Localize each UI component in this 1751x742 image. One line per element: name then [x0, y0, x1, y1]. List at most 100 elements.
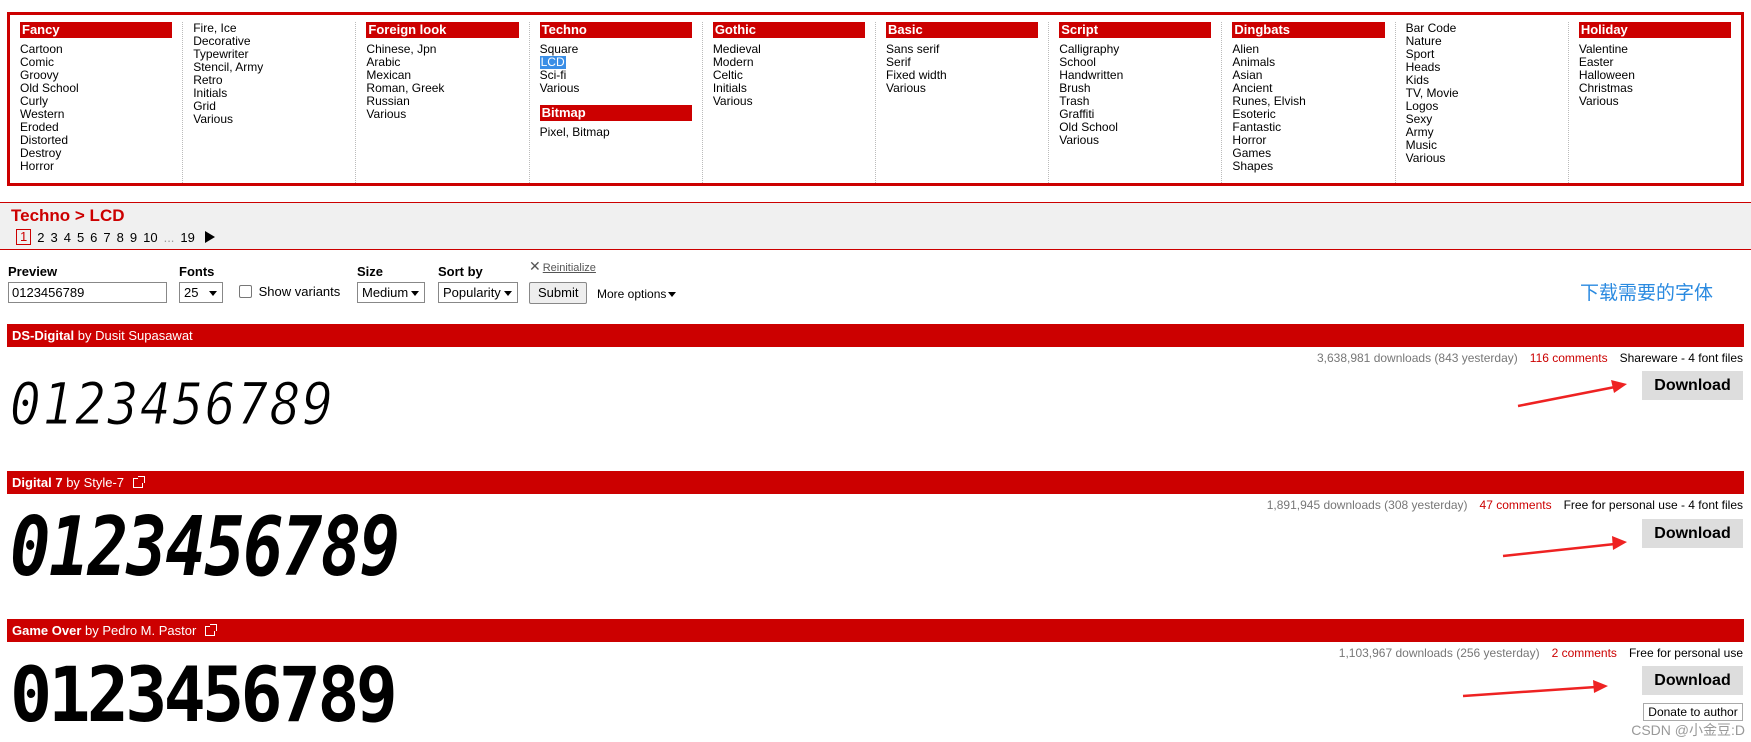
preview-label: Preview [8, 264, 58, 279]
comments-link[interactable]: 116 comments [1530, 351, 1608, 365]
license-text: Free for personal use - 4 font files [1563, 498, 1743, 512]
annotation-note: 下载需要的字体 [1580, 283, 1714, 304]
show-variants-checkbox[interactable] [239, 285, 252, 298]
menu-col-foreign: Foreign look Chinese, Jpn Arabic Mexican… [356, 22, 530, 183]
menu-heading[interactable]: Fancy [20, 22, 173, 38]
fonts-label: Fonts [179, 264, 215, 279]
license-text: Free for personal use [1628, 646, 1743, 660]
font-by: by [77, 328, 92, 343]
reinitialize-link[interactable]: Reinitialize [543, 262, 596, 274]
page-ellipsis: ... [163, 229, 175, 245]
show-variants-label[interactable]: Show variants [259, 284, 341, 299]
fonts-select[interactable]: 25 [179, 282, 223, 303]
caret-down-icon [668, 292, 677, 297]
comments-link[interactable]: 2 comments [1552, 646, 1617, 660]
menu-item[interactable]: Shapes [1232, 160, 1384, 173]
breadcrumb[interactable]: Techno > LCD [11, 206, 125, 226]
menu-item[interactable]: Various [886, 82, 1038, 95]
external-link-icon[interactable] [204, 624, 217, 636]
font-meta: 1,891,945 downloads (308 yesterday) 47 co… [1267, 498, 1743, 512]
page-link[interactable]: 4 [64, 230, 71, 245]
menu-heading[interactable]: Gothic [712, 22, 866, 38]
page-link[interactable]: 5 [77, 230, 84, 245]
more-options-label[interactable]: More options [597, 287, 666, 301]
next-page-icon[interactable] [204, 231, 215, 243]
menu-heading[interactable]: Dingbats [1232, 22, 1385, 38]
close-icon[interactable]: ✕ [529, 258, 541, 274]
menu-col-script: Script Calligraphy School Handwritten Br… [1049, 22, 1223, 183]
menu-heading[interactable]: Foreign look [366, 22, 519, 38]
menu-col-techno: Techno Square LCD Sci-fi Various Bitmap … [530, 22, 703, 183]
menu-item[interactable]: Various [540, 82, 692, 95]
font-meta: 1,103,967 downloads (256 yesterday) 2 com… [1339, 646, 1743, 660]
menu-item[interactable]: Various [193, 113, 345, 126]
page-current: 1 [16, 229, 32, 245]
font-header: Game Over by Pedro M. Pastor [7, 619, 1744, 642]
size-group: Size Medium [357, 264, 425, 303]
menu-item[interactable]: Various [1579, 95, 1731, 108]
menu-heading[interactable]: Basic [886, 22, 1039, 38]
menu-col-fancy: Fancy Cartoon Comic Groovy Old School Cu… [10, 22, 184, 183]
submit-button[interactable]: Submit [529, 282, 588, 304]
pagination: 1 2 3 4 5 6 7 8 9 10 ... 19 [16, 229, 215, 245]
menu-col-dingbats: Dingbats Alien Animals Asian Ancient Run… [1222, 22, 1396, 183]
font-name-link[interactable]: Digital 7 [12, 475, 63, 490]
download-count: 3,638,981 downloads (843 yesterday) [1316, 351, 1518, 365]
download-button[interactable]: Download [1642, 519, 1743, 548]
license-text: Shareware - 4 font files [1619, 351, 1743, 365]
comments-link[interactable]: 47 comments [1480, 498, 1552, 512]
menu-item[interactable]: Horror [20, 160, 172, 173]
variants-group: Show variants [239, 284, 340, 299]
font-author-link[interactable]: Pedro M. Pastor [102, 623, 196, 638]
font-sample-preview[interactable]: 0123456789 [10, 370, 335, 439]
page-link[interactable]: 3 [50, 230, 57, 245]
page-link[interactable]: 8 [117, 230, 124, 245]
font-sample-preview[interactable]: 0123456789 [10, 650, 398, 739]
menu-item[interactable]: Various [1406, 152, 1558, 165]
menu-item[interactable]: Various [366, 108, 518, 121]
donate-button[interactable]: Donate to author [1643, 703, 1743, 721]
menu-item[interactable]: Various [713, 95, 865, 108]
download-count: 1,891,945 downloads (308 yesterday) [1266, 498, 1468, 512]
preview-input[interactable] [8, 282, 167, 303]
font-meta: 3,638,981 downloads (843 yesterday) 116 c… [1317, 351, 1743, 365]
menu-item[interactable]: Initials [193, 87, 345, 100]
font-name-link[interactable]: DS-Digital [12, 328, 74, 343]
page-link[interactable]: 2 [37, 230, 44, 245]
font-sample-preview[interactable]: 0123456789 [10, 500, 400, 595]
sort-select[interactable]: Popularity [438, 282, 518, 303]
size-select[interactable]: Medium [357, 282, 425, 303]
external-link-icon[interactable] [132, 476, 145, 488]
download-count: 1,103,967 downloads (256 yesterday) [1338, 646, 1540, 660]
font-author-link[interactable]: Dusit Supasawat [95, 328, 193, 343]
reinitialize-group: ✕ Reinitialize [529, 258, 596, 275]
menu-heading[interactable]: Script [1059, 22, 1212, 38]
download-button[interactable]: Download [1642, 371, 1743, 400]
menu-col-holiday: Holiday Valentine Easter Halloween Chris… [1569, 22, 1741, 183]
font-header: Digital 7 by Style-7 [7, 471, 1744, 494]
font-author-link[interactable]: Style-7 [84, 475, 124, 490]
font-header: DS-Digital by Dusit Supasawat [7, 324, 1744, 347]
more-options[interactable]: More options [597, 287, 677, 301]
preview-group: Preview [8, 264, 167, 303]
menu-item[interactable]: Pixel, Bitmap [540, 126, 692, 139]
page-link[interactable]: 9 [130, 230, 137, 245]
red-arrow-annotation [1502, 536, 1627, 558]
font-name-link[interactable]: Game Over [12, 623, 81, 638]
menu-item[interactable]: Various [1059, 134, 1211, 147]
breadcrumb-band: Techno > LCD 1 2 3 4 5 6 7 8 9 10 ... 19 [0, 202, 1751, 250]
page-link[interactable]: 10 [143, 230, 157, 245]
page-link[interactable]: 7 [103, 230, 110, 245]
menu-heading[interactable]: Bitmap [539, 105, 692, 121]
menu-heading[interactable]: Holiday [1578, 22, 1732, 38]
size-label: Size [357, 264, 384, 279]
submit-group: Submit [529, 282, 588, 304]
download-button[interactable]: Download [1642, 666, 1743, 695]
watermark: CSDN @小金豆:D [1631, 722, 1745, 738]
page-link[interactable]: 6 [90, 230, 97, 245]
menu-col-basic: Basic Sans serif Serif Fixed width Vario… [876, 22, 1050, 183]
sort-label: Sort by [438, 264, 483, 279]
menu-col-fancy-2: Fire, Ice Decorative Typewriter Stencil,… [183, 22, 357, 183]
page-link-last[interactable]: 19 [180, 230, 194, 245]
menu-heading[interactable]: Techno [539, 22, 692, 38]
